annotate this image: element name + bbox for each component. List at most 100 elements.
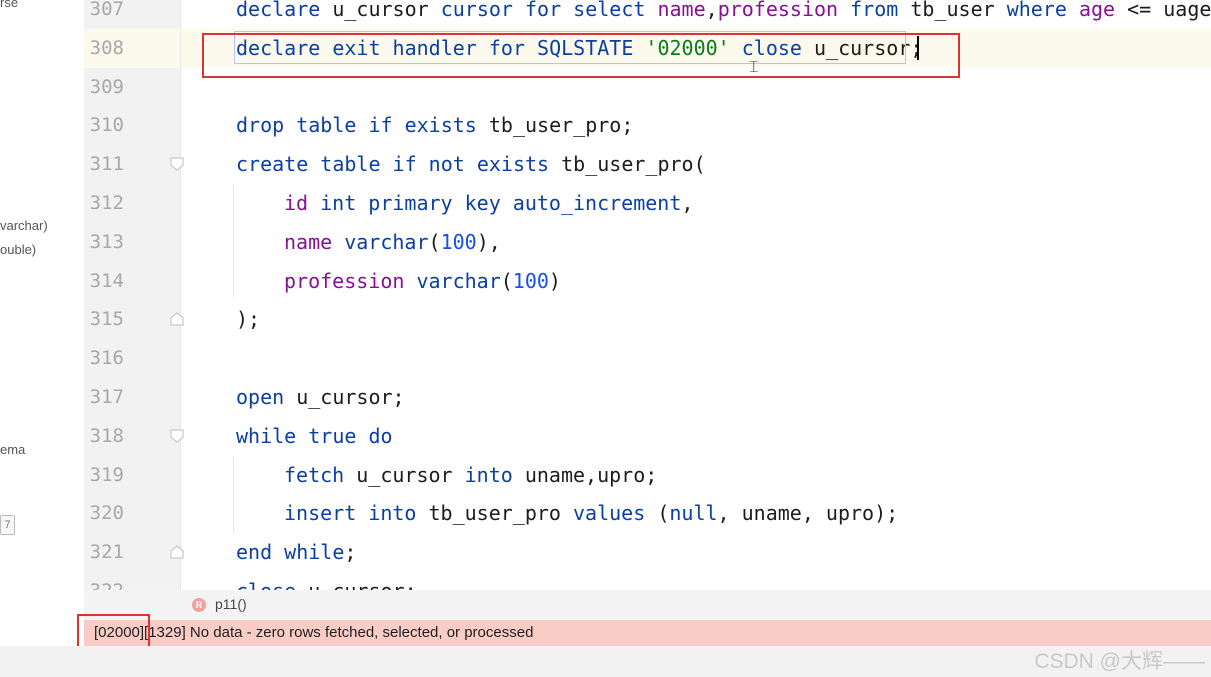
code-token: table [320, 152, 393, 177]
code-text: id int primary key auto_increment, [284, 184, 693, 223]
code-token: ); [236, 307, 261, 332]
code-text: fetch u_cursor into uname,upro; [284, 456, 657, 495]
code-token: tb_user [910, 0, 1007, 21]
fold-open-icon[interactable] [170, 157, 184, 171]
code-token: create [236, 152, 321, 177]
code-line[interactable]: 316 [0, 339, 1211, 378]
code-token: null [669, 501, 718, 526]
code-token: exists [404, 113, 489, 138]
code-token: u_cursor [332, 0, 441, 21]
code-text: name varchar(100), [284, 223, 501, 262]
code-token: varchar [344, 229, 429, 254]
code-text: drop table if exists tb_user_pro; [236, 106, 633, 145]
fold-open-icon[interactable] [170, 429, 184, 443]
code-token: if [392, 152, 429, 177]
code-text: open u_cursor; [236, 378, 405, 417]
code-token: where [1006, 0, 1079, 21]
line-number: 317 [89, 386, 124, 408]
line-number: 316 [89, 347, 124, 370]
code-token: from [850, 0, 911, 21]
code-token: not [428, 152, 477, 177]
code-token: true [308, 423, 369, 448]
code-token: ) [548, 268, 561, 293]
code-token: , uname, upro); [717, 501, 899, 526]
code-token: table [296, 113, 369, 138]
code-token: drop [236, 113, 297, 138]
code-text: ); [236, 300, 260, 339]
error-text: [02000][1329] No data - zero rows fetche… [94, 624, 533, 641]
code-token: while [284, 540, 345, 565]
code-text: insert into tb_user_pro values (null, un… [284, 494, 898, 533]
code-token: into [368, 501, 429, 526]
procedure-name[interactable]: p11() [215, 596, 247, 612]
code-token: tb_user_pro [428, 501, 574, 526]
code-token: name [284, 229, 345, 254]
code-token: insert [284, 501, 369, 526]
code-text: while true do [236, 417, 393, 456]
code-token: u_cursor; [296, 385, 405, 409]
code-token: name [657, 0, 706, 21]
code-token: profession [717, 0, 851, 21]
code-line[interactable]: 320 insert into tb_user_pro values (null,… [0, 494, 1211, 533]
code-token: u_cursor [356, 462, 465, 487]
code-token: primary [368, 191, 465, 215]
error-message: [1329] No data - zero rows fetched, sele… [144, 624, 534, 641]
code-token: end [236, 540, 285, 565]
code-line[interactable]: 313 name varchar(100), [0, 223, 1211, 262]
code-line[interactable]: 317 open u_cursor; [0, 378, 1211, 417]
fold-close-icon[interactable] [170, 545, 184, 559]
code-token: ; [344, 540, 357, 565]
code-token: cursor [440, 0, 525, 21]
line-number: 308 [89, 36, 124, 59]
line-number: 318 [89, 424, 124, 447]
code-token: 100 [512, 268, 549, 293]
line-number: 319 [89, 463, 124, 486]
routine-icon: R [192, 598, 206, 612]
line-number: 309 [89, 75, 124, 98]
code-token: ( [657, 501, 670, 526]
line-number: 312 [89, 192, 124, 214]
code-line[interactable]: 310 drop table if exists tb_user_pro; [0, 106, 1211, 145]
code-text: profession varchar(100) [284, 262, 561, 301]
code-token: values [573, 501, 658, 526]
code-text: end while; [236, 533, 356, 572]
status-bar [0, 646, 1211, 677]
code-token: , [705, 0, 718, 21]
code-token: fetch [284, 462, 357, 487]
code-line[interactable]: 307 declare u_cursor cursor for select na… [0, 0, 1211, 29]
code-token: 100 [440, 229, 477, 254]
line-number: 313 [89, 230, 124, 253]
code-token: age [1078, 0, 1128, 21]
code-token: ( [500, 268, 513, 293]
line-number: 320 [89, 502, 124, 525]
watermark: CSDN @大辉—— [1034, 650, 1205, 673]
code-token: for [525, 0, 574, 21]
code-line[interactable]: 312 id int primary key auto_increment, [0, 184, 1211, 223]
code-text: declare u_cursor cursor for select name,… [236, 0, 1211, 29]
procedure-breadcrumb[interactable]: R p11() [84, 590, 1211, 620]
code-token: do [368, 423, 393, 448]
fold-close-icon[interactable] [170, 312, 184, 326]
code-line[interactable]: 314 profession varchar(100) [0, 262, 1211, 301]
code-token: profession [284, 268, 417, 293]
code-token: ( [428, 229, 441, 254]
code-token: id [284, 191, 321, 215]
code-token: into [464, 462, 525, 487]
code-token: varchar [416, 268, 501, 293]
code-token: int [320, 191, 369, 215]
code-token: while [236, 423, 309, 448]
line-number: 314 [89, 269, 124, 292]
code-token: auto_increment [512, 191, 682, 215]
line-number: 321 [89, 541, 124, 564]
code-line[interactable]: 319 fetch u_cursor into uname,upro; [0, 456, 1211, 495]
code-token: exists [476, 152, 562, 177]
code-token: <= uage; [1127, 0, 1211, 21]
code-token: ), [476, 229, 501, 254]
code-token: tb_user_pro; [488, 113, 634, 138]
line-number: 310 [89, 114, 124, 137]
code-token: select [573, 0, 658, 21]
code-token: declare [236, 0, 333, 21]
line-number: 307 [89, 0, 124, 20]
code-text: create table if not exists tb_user_pro( [236, 145, 706, 184]
code-token: if [368, 113, 405, 138]
